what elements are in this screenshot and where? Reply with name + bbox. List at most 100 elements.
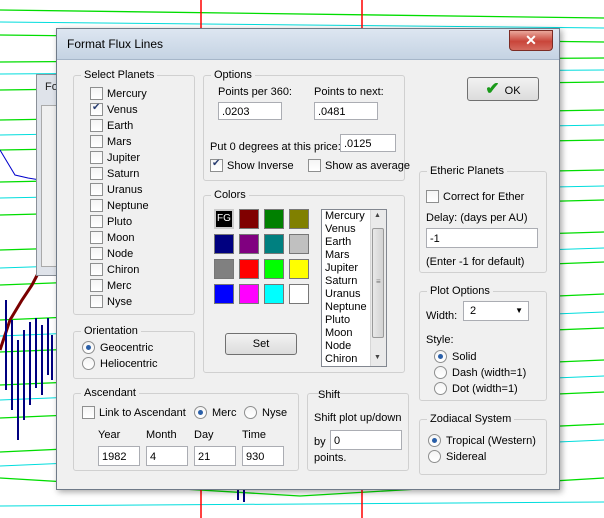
points-to-next-input[interactable]: .0481: [314, 102, 378, 120]
planet-checkbox-earth[interactable]: Earth: [90, 119, 133, 132]
planet-checkbox-neptune[interactable]: Neptune: [90, 199, 149, 212]
month-input[interactable]: 4: [146, 446, 188, 466]
style-option-label: Dash (width=1): [452, 366, 527, 379]
color-swatch[interactable]: FG: [214, 209, 234, 229]
planet-checkbox-moon[interactable]: Moon: [90, 231, 135, 244]
zodiacal-system-group: Zodiacal System Tropical (Western) Sidere…: [419, 413, 547, 475]
shift-description: Shift plot up/down: [314, 412, 402, 424]
color-swatch[interactable]: [214, 234, 234, 254]
planet-checkbox-node[interactable]: Node: [90, 247, 133, 260]
planet-checkbox-chiron[interactable]: Chiron: [90, 263, 139, 276]
style-radio-2[interactable]: Dot (width=1): [434, 382, 518, 395]
scroll-up-icon[interactable]: ▲: [374, 212, 381, 219]
color-swatch[interactable]: [264, 284, 284, 304]
year-label: Year: [98, 429, 121, 441]
planet-checkbox-merc[interactable]: Merc: [90, 279, 131, 292]
planet-label: Chiron: [107, 263, 140, 276]
style-radio-1[interactable]: Dash (width=1): [434, 366, 526, 379]
color-swatch[interactable]: [214, 259, 234, 279]
delay-label: Delay: (days per AU): [426, 212, 528, 224]
show-as-average-checkbox[interactable]: Show as average: [308, 159, 410, 172]
orientation-label: Orientation: [81, 325, 141, 337]
color-swatch[interactable]: [289, 284, 309, 304]
planet-label: Mars: [107, 135, 132, 148]
color-swatch[interactable]: [239, 209, 259, 229]
scroll-down-icon[interactable]: ▼: [374, 354, 381, 361]
correct-for-ether-checkbox[interactable]: Correct for Ether: [426, 190, 524, 203]
color-swatch[interactable]: [239, 284, 259, 304]
color-swatch[interactable]: [239, 259, 259, 279]
show-inverse-checkbox[interactable]: Show Inverse: [210, 158, 294, 172]
list-scrollbar[interactable]: ▲ ≡ ▼: [370, 210, 386, 366]
link-to-ascendant-checkbox[interactable]: Link to Ascendant: [82, 406, 186, 419]
planet-label: Jupiter: [107, 151, 141, 164]
time-input[interactable]: 930: [242, 446, 284, 466]
select-planets-group: Select Planets Mercury Venus Earth Mars Jupi…: [73, 69, 195, 315]
points-per-360-input[interactable]: .0203: [218, 102, 282, 120]
style-radio-0[interactable]: Solid: [434, 350, 476, 363]
checkbox-icon: [90, 231, 103, 244]
grip-icon: ≡: [376, 277, 381, 286]
color-swatch[interactable]: [239, 234, 259, 254]
ascendant-nyse-radio[interactable]: Nyse: [244, 406, 287, 419]
width-label: Width:: [426, 310, 458, 322]
orientation-radio-heliocentric[interactable]: Heliocentric: [82, 357, 157, 370]
orientation-option-label: Geocentric: [100, 341, 154, 354]
planet-checkbox-saturn[interactable]: Saturn: [90, 167, 139, 180]
planet-checkbox-jupiter[interactable]: Jupiter: [90, 151, 140, 164]
close-button[interactable]: ✕: [509, 30, 553, 51]
planet-label: Venus: [107, 103, 138, 116]
ascendant-nyse-label: Nyse: [262, 406, 288, 419]
format-flux-lines-dialog: Format Flux Lines ✕ Select Planets Mercu…: [56, 28, 560, 490]
ascendant-merc-radio[interactable]: Merc: [194, 406, 236, 419]
planet-label: Earth: [107, 119, 134, 132]
planet-checkbox-mercury[interactable]: Mercury: [90, 87, 147, 100]
nyse-radio-icon: [244, 406, 257, 419]
planet-checkbox-mars[interactable]: Mars: [90, 135, 131, 148]
color-swatch[interactable]: [264, 234, 284, 254]
delay-input[interactable]: -1: [426, 228, 538, 248]
planet-checkbox-nyse[interactable]: Nyse: [90, 295, 132, 308]
checkbox-icon: [90, 183, 103, 196]
link-to-ascendant-check-icon: [82, 406, 95, 419]
color-swatch[interactable]: [264, 259, 284, 279]
planet-checkbox-uranus[interactable]: Uranus: [90, 183, 142, 196]
width-value: 2: [470, 305, 477, 317]
ok-button[interactable]: ✔ OK: [467, 77, 539, 101]
color-swatch[interactable]: [214, 284, 234, 304]
time-label: Time: [242, 429, 267, 441]
planet-checkbox-pluto[interactable]: Pluto: [90, 215, 132, 228]
color-swatch[interactable]: [289, 209, 309, 229]
checkbox-icon: [90, 215, 103, 228]
checkbox-icon: [90, 135, 103, 148]
year-input[interactable]: 1982: [98, 446, 140, 466]
show-inverse-check-icon: [210, 158, 223, 172]
scroll-thumb[interactable]: ≡: [372, 228, 384, 338]
zero-degrees-price-input[interactable]: .0125: [340, 134, 396, 152]
month-label: Month: [146, 429, 177, 441]
color-swatch[interactable]: [289, 259, 309, 279]
titlebar: Format Flux Lines ✕: [57, 29, 559, 60]
width-select[interactable]: 2 ▼: [463, 301, 529, 321]
orientation-radio-geocentric[interactable]: Geocentric: [82, 341, 153, 354]
select-planets-label: Select Planets: [81, 69, 158, 81]
color-swatch[interactable]: [289, 234, 309, 254]
show-as-average-label: Show as average: [325, 159, 410, 172]
radio-icon: [82, 341, 95, 354]
day-label: Day: [194, 429, 214, 441]
shift-input[interactable]: 0: [330, 430, 402, 450]
planet-color-list[interactable]: Mercury Venus Earth Mars Jupiter Saturn Uranus…: [321, 209, 387, 367]
color-swatch[interactable]: [264, 209, 284, 229]
zodiac-radio-0[interactable]: Tropical (Western): [428, 434, 536, 447]
shift-group: Shift Shift plot up/down by 0 points.: [307, 389, 409, 471]
zodiac-radio-1[interactable]: Sidereal: [428, 450, 486, 463]
day-input[interactable]: 21: [194, 446, 236, 466]
planet-checkbox-venus[interactable]: Venus: [90, 102, 138, 116]
shift-points-label: points.: [314, 452, 347, 464]
planet-label: Uranus: [107, 183, 143, 196]
checkbox-icon: [90, 199, 103, 212]
set-color-button[interactable]: Set: [225, 333, 297, 355]
correct-for-ether-check-icon: [426, 190, 439, 203]
checkbox-icon: [90, 247, 103, 260]
radio-icon: [82, 357, 95, 370]
